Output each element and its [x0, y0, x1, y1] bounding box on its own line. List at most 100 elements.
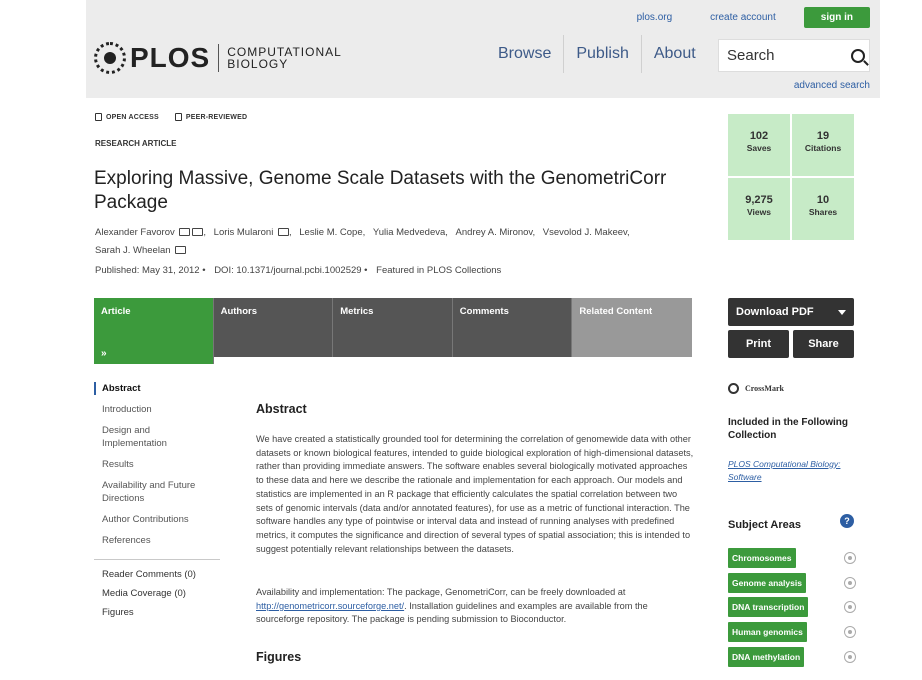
subject-toggle-icon[interactable]: [844, 601, 856, 614]
subject-row: Chromosomes: [728, 546, 856, 571]
toc-author-contributions[interactable]: Author Contributions: [94, 513, 216, 526]
toc-results[interactable]: Results: [94, 458, 216, 471]
tab-metrics[interactable]: Metrics: [333, 298, 453, 357]
dropdown-caret-icon[interactable]: [838, 310, 846, 315]
figures-link[interactable]: Figures: [94, 606, 216, 619]
search-box[interactable]: [718, 39, 870, 72]
open-access-label: OPEN ACCESS: [106, 113, 159, 121]
toc-introduction[interactable]: Introduction: [94, 403, 216, 416]
email-icon[interactable]: [175, 246, 187, 254]
create-account-link[interactable]: create account: [710, 12, 776, 23]
genometricorr-link[interactable]: http://genometricorr.sourceforge.net/: [256, 601, 404, 611]
print-button[interactable]: Print: [728, 330, 789, 358]
author-item[interactable]: Vsevolod J. Makeev,: [543, 224, 630, 242]
plos-logo-mark: [94, 42, 126, 74]
views-metric[interactable]: 9,275 Views: [728, 178, 790, 240]
author-name[interactable]: Loris Mularoni: [214, 227, 274, 238]
crossmark-icon: [728, 383, 739, 394]
author-item[interactable]: Leslie M. Cope,: [299, 224, 365, 242]
media-coverage-link[interactable]: Media Coverage (0): [94, 587, 216, 600]
subject-row: DNA transcription: [728, 595, 856, 620]
citations-metric[interactable]: 19 Citations: [792, 114, 854, 176]
logo-text: PLOS: [130, 42, 211, 73]
subject-toggle-icon[interactable]: [844, 650, 856, 663]
tab-authors[interactable]: Authors: [213, 298, 334, 357]
toc-availability[interactable]: Availability and Future Directions: [94, 479, 216, 505]
download-pdf-label: Download PDF: [736, 306, 814, 318]
open-access-badge: OPEN ACCESS: [95, 113, 159, 121]
site-header: plos.org create account sign in PLOS COM…: [86, 0, 880, 98]
author-item[interactable]: Yulia Medvedeva,: [373, 224, 448, 242]
availability-prefix: Availability and implementation: The pac…: [256, 587, 626, 597]
subject-tag-chromosomes[interactable]: Chromosomes: [728, 548, 796, 569]
views-label: Views: [747, 207, 771, 217]
reader-comments-link[interactable]: Reader Comments (0): [94, 568, 216, 581]
subject-areas: Chromosomes Genome analysis DNA transcri…: [728, 546, 856, 669]
published-date: Published: May 31, 2012 •: [95, 265, 206, 276]
nav-publish[interactable]: Publish: [564, 35, 642, 73]
peer-review-icon: [174, 113, 182, 121]
subject-tag-dna-transcription[interactable]: DNA transcription: [728, 597, 809, 618]
subject-tag-genome-analysis[interactable]: Genome analysis: [728, 572, 806, 593]
nav-browse[interactable]: Browse: [486, 35, 565, 73]
subject-toggle-icon[interactable]: [844, 576, 856, 589]
table-of-contents: Abstract Introduction Design and Impleme…: [94, 382, 220, 625]
author-item[interactable]: Sarah J. Wheelan: [95, 242, 187, 260]
subject-tag-dna-methylation[interactable]: DNA methylation: [728, 646, 805, 667]
crossmark-label: CrossMark: [745, 384, 784, 393]
contributor-icon[interactable]: [277, 228, 289, 236]
toc-abstract[interactable]: Abstract: [94, 382, 216, 395]
article-title: Exploring Massive, Genome Scale Datasets…: [94, 168, 667, 213]
subject-toggle-icon[interactable]: [844, 552, 856, 565]
author-name[interactable]: Alexander Favorov: [95, 227, 175, 238]
email-icon[interactable]: [192, 228, 204, 236]
citations-count: 19: [816, 130, 830, 142]
help-icon[interactable]: ?: [840, 514, 854, 528]
article-metrics: 102 Saves 19 Citations 9,275 Views 10 Shares: [728, 114, 854, 240]
logo-divider: [218, 44, 220, 72]
tab-related-content[interactable]: Related Content: [572, 298, 692, 357]
sign-in-button[interactable]: sign in: [803, 7, 870, 28]
toc-design-implementation[interactable]: Design and Implementation: [94, 424, 216, 450]
author-item[interactable]: Alexander Favorov ,: [95, 224, 206, 242]
nav-about[interactable]: About: [642, 35, 708, 73]
search-icon[interactable]: [851, 48, 865, 63]
journal-line-2: BIOLOGY: [227, 57, 289, 71]
featured-collections[interactable]: Featured in PLOS Collections: [376, 265, 501, 276]
doi[interactable]: DOI: 10.1371/journal.pcbi.1002529 •: [214, 265, 367, 276]
toc-references[interactable]: References: [94, 534, 216, 547]
shares-label: Shares: [808, 207, 838, 217]
advanced-search-link[interactable]: advanced search: [794, 80, 870, 91]
subject-toggle-icon[interactable]: [844, 626, 856, 639]
plos-computational-biology-logo[interactable]: PLOS COMPUTATIONAL BIOLOGY: [94, 42, 342, 74]
top-links: plos.org create account sign in: [599, 7, 870, 28]
subject-row: Genome analysis: [728, 571, 856, 596]
plos-org-link[interactable]: plos.org: [637, 12, 673, 23]
collection-link[interactable]: PLOS Computational Biology: Software: [728, 458, 858, 484]
contributor-icon[interactable]: [179, 228, 191, 236]
author-item[interactable]: Andrey A. Mironov,: [456, 224, 536, 242]
tab-comments[interactable]: Comments: [452, 298, 573, 357]
availability-text: Availability and implementation: The pac…: [256, 586, 694, 627]
author-item[interactable]: Loris Mularoni ,: [214, 224, 292, 242]
author-list: Alexander Favorov , Loris Mularoni , Les…: [95, 224, 665, 260]
chevron-down-icon: »: [101, 348, 107, 359]
subject-row: DNA methylation: [728, 644, 856, 669]
saves-metric[interactable]: 102 Saves: [728, 114, 790, 176]
saves-label: Saves: [746, 143, 772, 153]
subject-tag-human-genomics[interactable]: Human genomics: [728, 622, 807, 643]
abstract-heading: Abstract: [256, 402, 307, 416]
crossmark[interactable]: CrossMark: [728, 383, 784, 394]
share-button[interactable]: Share: [793, 330, 854, 358]
search-input[interactable]: [727, 47, 839, 64]
toc-extra-links: Reader Comments (0) Media Coverage (0) F…: [94, 568, 216, 619]
download-pdf-button[interactable]: Download PDF: [728, 298, 854, 326]
views-count: 9,275: [745, 194, 773, 206]
tab-article[interactable]: Article »: [94, 298, 214, 364]
article-tabs: Article » Authors Metrics Comments Relate…: [94, 298, 692, 364]
article-type: RESEARCH ARTICLE: [95, 139, 177, 148]
author-name[interactable]: Sarah J. Wheelan: [95, 245, 171, 256]
peer-reviewed-label: PEER-REVIEWED: [185, 113, 248, 121]
shares-metric[interactable]: 10 Shares: [792, 178, 854, 240]
shares-count: 10: [816, 194, 830, 206]
